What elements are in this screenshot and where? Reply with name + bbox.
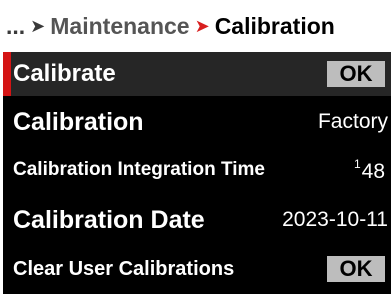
breadcrumb-ellipsis[interactable]: ... — [6, 13, 25, 40]
menu-row-calibration-integration-time[interactable]: Calibration Integration Time 1/48 — [3, 148, 391, 192]
calibration-label: Calibration — [13, 107, 144, 136]
calibration-date-label: Calibration Date — [13, 205, 205, 234]
integration-time-numerator: 1 — [353, 156, 361, 171]
breadcrumb-current-calibration: Calibration — [214, 12, 335, 39]
menu-row-clear-user-calibrations[interactable]: Clear User Calibrations OK — [3, 247, 391, 291]
clear-user-calibrations-ok-button[interactable]: OK — [327, 256, 385, 282]
breadcrumb: ... ➤ Maintenance ➤ Calibration — [0, 0, 391, 52]
calibration-menu: Calibrate OK Calibration Factory Calibra… — [3, 52, 391, 294]
calibration-value: Factory — [317, 110, 388, 133]
menu-row-calibration-date[interactable]: Calibration Date 2023-10-11 — [3, 197, 391, 243]
calibrate-label: Calibrate — [13, 60, 116, 87]
calibration-date-value: 2023-10-11 — [282, 208, 388, 231]
breadcrumb-item-maintenance[interactable]: Maintenance — [50, 13, 189, 40]
menu-row-calibration[interactable]: Calibration Factory — [3, 100, 391, 144]
integration-time-denominator: 48 — [361, 159, 385, 183]
integration-time-label: Calibration Integration Time — [13, 159, 265, 180]
clear-user-calibrations-label: Clear User Calibrations — [13, 257, 235, 280]
breadcrumb-active-separator-icon: ➤ — [194, 15, 210, 36]
breadcrumb-separator-icon: ➤ — [30, 15, 46, 36]
calibration-screen: ... ➤ Maintenance ➤ Calibration Calibrat… — [0, 0, 391, 294]
menu-row-calibrate[interactable]: Calibrate OK — [3, 52, 391, 96]
integration-time-value: 1/48 — [354, 157, 385, 184]
selection-marker — [3, 52, 11, 96]
calibrate-ok-button[interactable]: OK — [327, 61, 385, 87]
